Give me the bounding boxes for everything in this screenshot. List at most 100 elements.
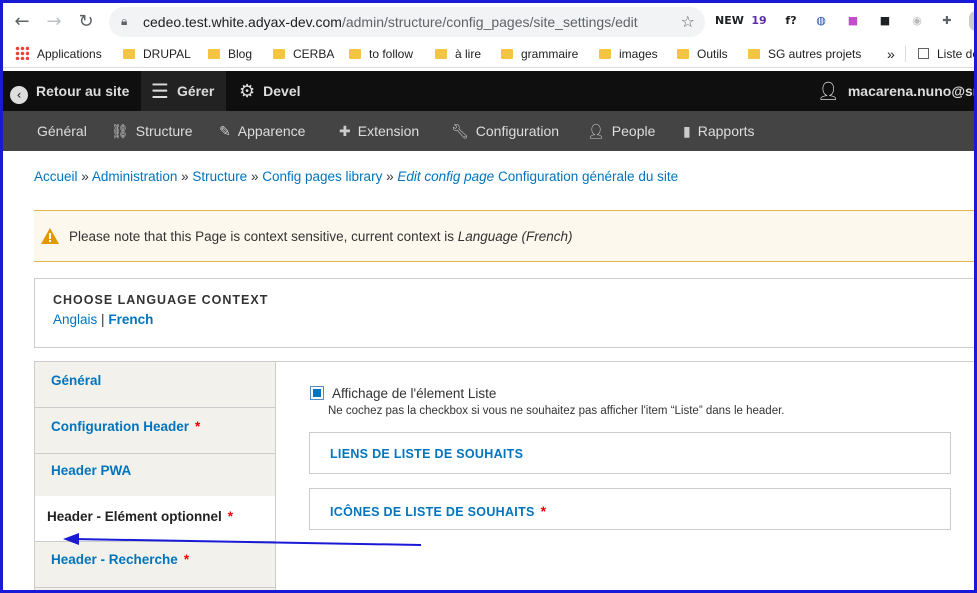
language-separator: | bbox=[101, 312, 105, 327]
gradient-extension-icon[interactable]: ■ bbox=[843, 11, 863, 31]
user-icon: 👤︎ bbox=[817, 81, 840, 102]
bookmark-star-icon[interactable]: ☆ bbox=[681, 12, 695, 31]
paintbrush-icon: ✎ bbox=[219, 124, 231, 140]
folder-icon bbox=[123, 49, 135, 59]
checkbox-label[interactable]: Affichage de l'élement Liste bbox=[332, 386, 496, 401]
vtab-header-recherche[interactable]: Header - Recherche * bbox=[35, 542, 275, 588]
profile-avatar[interactable] bbox=[969, 11, 974, 31]
required-marker: * bbox=[183, 552, 190, 567]
language-links: Anglais | French bbox=[53, 312, 153, 327]
folder-icon bbox=[677, 49, 689, 59]
language-option-english[interactable]: Anglais bbox=[53, 312, 97, 327]
details-summary[interactable]: ICÔNES DE LISTE DE SOUHAITS * bbox=[330, 503, 546, 519]
language-context-box: CHOOSE LANGUAGE CONTEXT Anglais | French bbox=[34, 278, 974, 348]
tray-item-structure[interactable]: ⛓ Structure bbox=[111, 111, 193, 151]
bookmark-folder[interactable]: à lire bbox=[435, 46, 481, 62]
folder-icon bbox=[435, 49, 447, 59]
people-icon: 👤︎ bbox=[587, 124, 605, 140]
language-context-title: CHOOSE LANGUAGE CONTEXT bbox=[53, 293, 269, 307]
vertical-tabs: Général Configuration Header * Header PWA… bbox=[34, 361, 277, 590]
breadcrumb-structure[interactable]: Structure bbox=[192, 169, 247, 184]
bookmark-folder[interactable]: Blog bbox=[208, 46, 252, 62]
tray-item-appearance[interactable]: ✎ Apparence bbox=[219, 111, 305, 151]
breadcrumb-separator: » bbox=[181, 169, 189, 184]
bookmark-folder[interactable]: grammaire bbox=[501, 46, 578, 62]
function-extension-icon[interactable]: f? bbox=[781, 11, 801, 31]
wishlist-display-checkbox[interactable] bbox=[310, 386, 324, 400]
address-bar[interactable]: 🔒︎ cedeo.test.white.adyax-dev.com/admin/… bbox=[109, 7, 705, 37]
details-wishlist-icons[interactable]: ICÔNES DE LISTE DE SOUHAITS * bbox=[309, 488, 951, 530]
bookmark-folder[interactable]: to follow bbox=[349, 46, 413, 62]
required-marker: * bbox=[227, 509, 234, 524]
folder-icon bbox=[349, 49, 361, 59]
bookmarks-divider bbox=[905, 46, 906, 62]
game-extension-icon[interactable]: ■ bbox=[875, 11, 895, 31]
bar-chart-icon: ▮ bbox=[683, 124, 691, 140]
tray-item-extension[interactable]: ✚ Extension bbox=[339, 111, 419, 151]
vtab-header-pwa[interactable]: Header PWA bbox=[35, 454, 275, 500]
bookmarks-bar: Applications DRUPAL Blog CERBA to follow… bbox=[3, 40, 974, 68]
breadcrumb-admin[interactable]: Administration bbox=[92, 169, 178, 184]
folder-icon bbox=[273, 49, 285, 59]
circle-extension-icon[interactable]: ◍ bbox=[811, 11, 831, 31]
bookmark-applications[interactable]: Applications bbox=[15, 46, 102, 62]
bookmark-folder[interactable]: SG autres projets bbox=[748, 46, 861, 62]
devel-tab[interactable]: ⚙ Devel bbox=[239, 71, 301, 111]
breadcrumb-current[interactable]: Configuration générale du site bbox=[498, 169, 678, 184]
tray-item-general[interactable]: Général bbox=[37, 111, 87, 151]
language-option-french[interactable]: French bbox=[108, 312, 153, 327]
required-marker: * bbox=[195, 419, 201, 434]
checkbox-description: Ne cochez pas la checkbox si vous ne sou… bbox=[328, 405, 785, 417]
bookmark-folder[interactable]: CERBA bbox=[273, 46, 334, 62]
warning-icon bbox=[41, 228, 59, 244]
reload-icon[interactable]: ↻ bbox=[75, 11, 97, 33]
tray-item-reports[interactable]: ▮ Rapports bbox=[683, 111, 755, 151]
vtab-general[interactable]: Général bbox=[35, 362, 275, 408]
back-to-site-link[interactable]: ‹ Retour au site bbox=[8, 71, 137, 111]
screenshot-frame: ← → ↻ 🔒︎ cedeo.test.white.adyax-dev.com/… bbox=[0, 0, 977, 593]
bookmarks-overflow-button[interactable]: » bbox=[887, 46, 895, 62]
bookmark-folder[interactable]: images bbox=[599, 46, 658, 62]
folder-icon bbox=[208, 49, 220, 59]
manage-tab[interactable]: ☰ Gérer bbox=[141, 71, 227, 111]
puzzle-extension-icon[interactable]: ✚ bbox=[937, 11, 957, 31]
list-icon bbox=[918, 48, 929, 59]
gear-icon: ⚙ bbox=[239, 81, 256, 102]
url-text[interactable]: cedeo.test.white.adyax-dev.com/admin/str… bbox=[143, 14, 638, 30]
breadcrumb-library[interactable]: Config pages library bbox=[262, 169, 382, 184]
puzzle-icon: ✚ bbox=[339, 124, 351, 140]
context-warning-message: Please note that this Page is context se… bbox=[34, 210, 974, 262]
back-circle-icon: ‹ bbox=[10, 86, 28, 104]
forward-arrow-icon[interactable]: → bbox=[43, 11, 65, 33]
warning-text: Please note that this Page is context se… bbox=[69, 229, 573, 244]
tray-item-configuration[interactable]: 🔧︎ Configuration bbox=[451, 111, 559, 151]
folder-icon bbox=[599, 49, 611, 59]
breadcrumb-home[interactable]: Accueil bbox=[34, 169, 78, 184]
breadcrumb-separator: » bbox=[81, 169, 89, 184]
reading-list-button[interactable]: Liste de bbox=[918, 46, 974, 62]
folder-icon bbox=[748, 49, 760, 59]
breadcrumb-edit[interactable]: Edit config page bbox=[397, 169, 494, 184]
browser-toolbar: ← → ↻ 🔒︎ cedeo.test.white.adyax-dev.com/… bbox=[3, 3, 974, 40]
sitemap-icon: ⛓ bbox=[111, 124, 129, 140]
breadcrumb-separator: » bbox=[250, 169, 259, 184]
user-menu[interactable]: 👤︎ macarena.nuno@smi bbox=[817, 71, 974, 111]
vtab-header-element-optionnel[interactable]: Header - Elément optionnel * bbox=[35, 496, 277, 542]
tray-item-people[interactable]: 👤︎ People bbox=[587, 111, 655, 151]
details-wishlist-links[interactable]: LIENS DE LISTE DE SOUHAITS bbox=[309, 432, 951, 474]
admin-toolbar-tray: Général ⛓ Structure ✎ Apparence ✚ Extension… bbox=[3, 111, 974, 151]
breadcrumb: Accueil » Administration » Structure » C… bbox=[34, 169, 678, 184]
folder-icon bbox=[501, 49, 513, 59]
new-extension-icon[interactable]: NEW bbox=[715, 11, 744, 31]
lock-icon: 🔒︎ bbox=[121, 14, 128, 28]
back-arrow-icon[interactable]: ← bbox=[11, 11, 33, 33]
wrench-icon: 🔧︎ bbox=[451, 124, 469, 140]
breadcrumb-separator: » bbox=[386, 169, 394, 184]
calendar-extension-icon[interactable]: 19 bbox=[749, 11, 769, 31]
bookmark-folder[interactable]: Outils bbox=[677, 46, 728, 62]
eye-extension-icon[interactable]: ◉ bbox=[907, 11, 927, 31]
vtab-configuration-header[interactable]: Configuration Header * bbox=[35, 408, 275, 454]
details-summary[interactable]: LIENS DE LISTE DE SOUHAITS bbox=[330, 447, 523, 461]
apps-grid-icon bbox=[15, 46, 29, 60]
bookmark-folder[interactable]: DRUPAL bbox=[123, 46, 191, 62]
